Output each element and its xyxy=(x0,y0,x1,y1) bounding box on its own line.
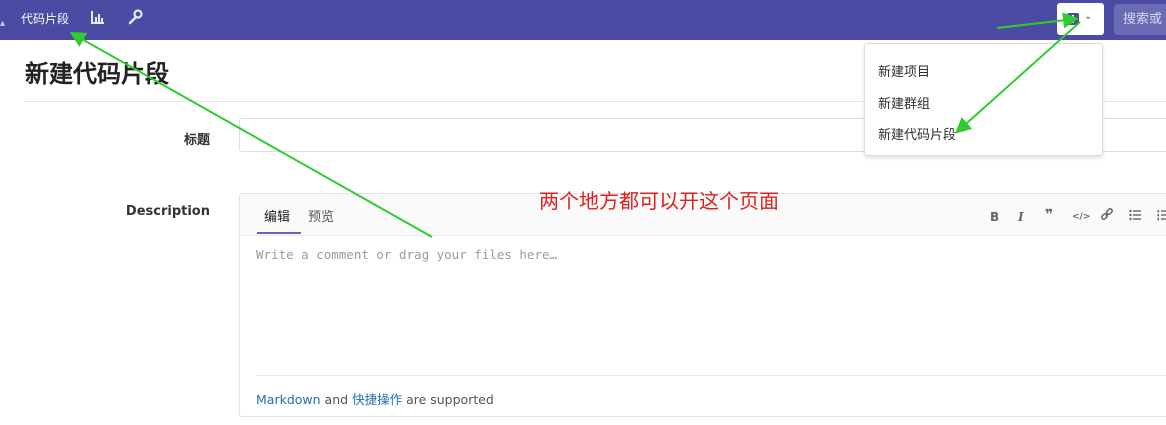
quote-button[interactable]: ❞ xyxy=(1045,207,1053,223)
new-dropdown-button[interactable]: ⌄ xyxy=(1057,3,1104,35)
numbered-list-icon[interactable] xyxy=(1157,209,1166,224)
description-textarea[interactable]: Write a comment or drag your files here… xyxy=(256,247,557,262)
bullet-list-icon[interactable] xyxy=(1129,209,1141,224)
link-icon-glyph xyxy=(1101,208,1113,220)
nav-snippets-link[interactable]: 代码片段 xyxy=(21,10,69,27)
wrench-icon-glyph xyxy=(128,9,143,25)
bold-button[interactable]: B xyxy=(990,210,999,224)
menu-item-new-project[interactable]: 新建项目 xyxy=(878,61,930,80)
chevron-down-icon: ⌄ xyxy=(1084,11,1093,22)
description-editor: 编辑 预览 B I ❞ </> Write a comment or drag … xyxy=(239,193,1166,417)
chart-icon-glyph xyxy=(91,11,104,24)
new-dropdown-menu: 新建项目 新建群组 新建代码片段 xyxy=(864,43,1103,156)
active-tab-indicator xyxy=(257,232,301,234)
title-label: 标题 xyxy=(183,133,210,148)
chart-icon[interactable] xyxy=(90,9,106,27)
footer-suffix-text: are supported xyxy=(406,392,494,407)
description-label: Description xyxy=(125,204,210,219)
editor-footer-divider xyxy=(256,375,1166,376)
code-button[interactable]: </> xyxy=(1072,212,1090,222)
bullet-list-icon-glyph xyxy=(1129,209,1141,221)
menu-item-new-snippet[interactable]: 新建代码片段 xyxy=(878,124,956,143)
editor-footer: Markdown and 快捷操作 are supported xyxy=(256,389,494,408)
wrench-icon[interactable] xyxy=(127,9,143,27)
plus-square-icon xyxy=(1067,13,1079,25)
nav-edge-icon: ▴ xyxy=(0,18,6,29)
tab-preview[interactable]: 预览 xyxy=(308,206,334,225)
annotation-note: 两个地方都可以开这个页面 xyxy=(539,189,779,213)
link-icon[interactable] xyxy=(1100,208,1114,225)
numbered-list-icon-glyph xyxy=(1157,210,1166,221)
footer-and-text: and xyxy=(324,392,349,407)
quick-actions-link[interactable]: 快捷操作 xyxy=(352,392,402,407)
tab-edit[interactable]: 编辑 xyxy=(264,206,290,225)
menu-item-new-group[interactable]: 新建群组 xyxy=(878,93,930,112)
italic-button[interactable]: I xyxy=(1018,210,1024,224)
page-title: 新建代码片段 xyxy=(25,60,169,88)
search-input[interactable]: 搜索或 xyxy=(1114,4,1166,35)
markdown-link[interactable]: Markdown xyxy=(256,392,321,407)
top-navbar: ▴ 代码片段 ⌄ 搜索或 xyxy=(0,0,1166,40)
